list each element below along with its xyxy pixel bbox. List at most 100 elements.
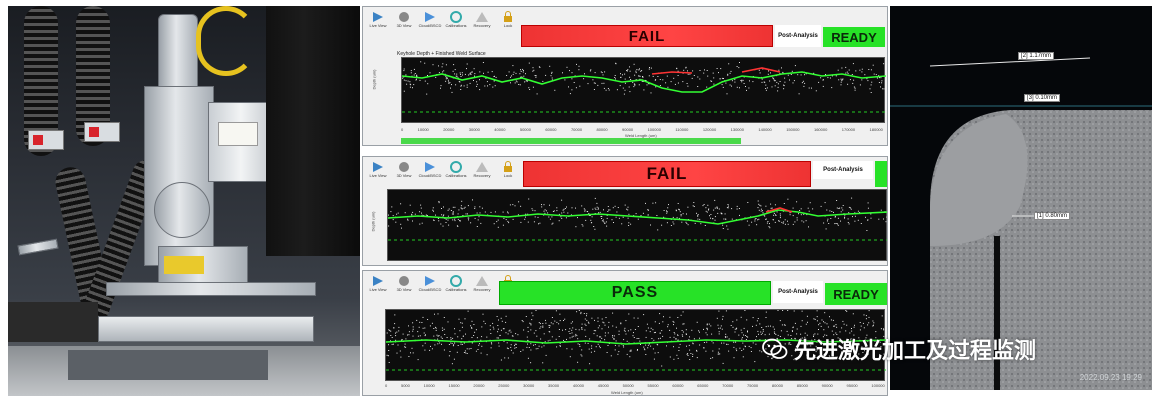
scatter-point [480,222,482,224]
3d-view-button-bottom[interactable]: 3D View [393,275,415,299]
lock-button[interactable]: Lock [497,11,519,35]
post-analysis-tab-mid[interactable]: Post-Analysis [813,161,873,179]
scatter-point [436,334,438,336]
scatter-point [532,86,534,88]
scatter-point [618,351,620,353]
cloud-button-bottom[interactable]: Cloud/BSCD [419,275,441,299]
scatter-point [533,344,534,346]
scatter-point [869,88,871,90]
scatter-point [497,331,499,333]
scatter-point [519,84,521,86]
scatter-point [454,333,456,335]
scatter-point [412,87,413,89]
scatter-point [450,342,452,344]
scatter-point [606,225,608,227]
scatter-point [835,324,837,326]
scatter-point [822,79,824,81]
scatter-point [733,346,735,348]
scatter-point [706,341,708,343]
scatter-point [393,327,395,329]
scatter-point [863,327,865,329]
scatter-point [783,203,785,204]
keyhole-depth-trace-mid [387,209,887,225]
scatter-point [853,79,855,81]
recovery-button-mid[interactable]: Recovery [471,161,493,185]
scatter-point [601,218,603,219]
scatter-point [743,83,745,84]
calibrations-button-mid[interactable]: Calibrations [445,161,467,185]
scatter-point [465,352,467,354]
scatter-point [640,215,642,217]
scatter-point [731,218,733,220]
scatter-point [623,329,625,331]
scatter-point [630,329,632,331]
scatter-point [590,351,592,353]
cloud-button-mid[interactable]: Cloud/BSCD [419,161,441,185]
pressure-gauge-1 [28,130,64,150]
post-analysis-tab-bottom[interactable]: Post-Analysis [773,281,823,303]
scatter-point [536,335,538,337]
scatter-point [559,345,561,347]
live-view-button[interactable]: Live View [367,11,389,35]
scatter-point [678,346,680,348]
scatter-point [722,318,723,320]
scatter-point [808,87,810,89]
scatter-point [509,204,511,206]
scatter-point [435,214,436,216]
scatter-point [713,77,715,79]
scatter-point [514,205,516,207]
recovery-button-bottom[interactable]: Recovery [471,275,493,299]
scatter-point [762,330,764,332]
scatter-point [676,68,678,70]
scatter-point [759,72,761,74]
scatter-point [608,209,610,211]
scatter-point [837,224,839,226]
scatter-point [692,356,694,357]
scatter-point [447,79,449,81]
scatter-point [675,338,677,340]
scatter-point [438,201,440,202]
scatter-point [627,69,629,71]
calibrations-button[interactable]: Calibrations [445,11,467,35]
scatter-point [867,202,869,204]
calibrations-button-bottom[interactable]: Calibrations [445,275,467,299]
scatter-point [550,75,552,77]
scatter-point [774,221,776,223]
scatter-point [735,348,737,350]
scatter-point [605,89,607,91]
scatter-point [652,202,654,204]
3d-view-button-mid[interactable]: 3D View [393,161,415,185]
scatter-point [748,224,750,226]
scatter-point [600,71,602,73]
work-table [98,316,314,342]
scatter-point [520,69,521,71]
scatter-point [624,73,626,75]
live-view-button-bottom[interactable]: Live View [367,275,389,299]
scatter-point [405,346,407,348]
scatter-point [783,85,785,87]
scatter-point [587,83,589,85]
post-analysis-tab-top[interactable]: Post-Analysis [775,25,821,47]
3d-view-button[interactable]: 3D View [393,11,415,35]
live-view-button-mid[interactable]: Live View [367,161,389,185]
scatter-point [650,345,652,347]
scatter-point [833,325,835,327]
scatter-point [841,79,843,81]
scatter-point [448,81,450,83]
lock-button-mid[interactable]: Lock [497,161,519,185]
scatter-point [466,348,468,350]
scatter-point [535,75,537,77]
cloud-button[interactable]: Cloud/BSCD [419,11,441,35]
scatter-point [578,329,580,331]
scatter-point [585,219,587,221]
scatter-point [479,206,481,208]
scatter-point [706,70,708,71]
scatter-point [445,78,447,80]
scatter-point [446,337,448,338]
scatter-point [718,353,720,355]
scatter-point [528,347,530,348]
scatter-point [623,339,625,341]
scatter-point [466,68,467,70]
scatter-point [450,210,452,211]
recovery-button[interactable]: Recovery [471,11,493,35]
